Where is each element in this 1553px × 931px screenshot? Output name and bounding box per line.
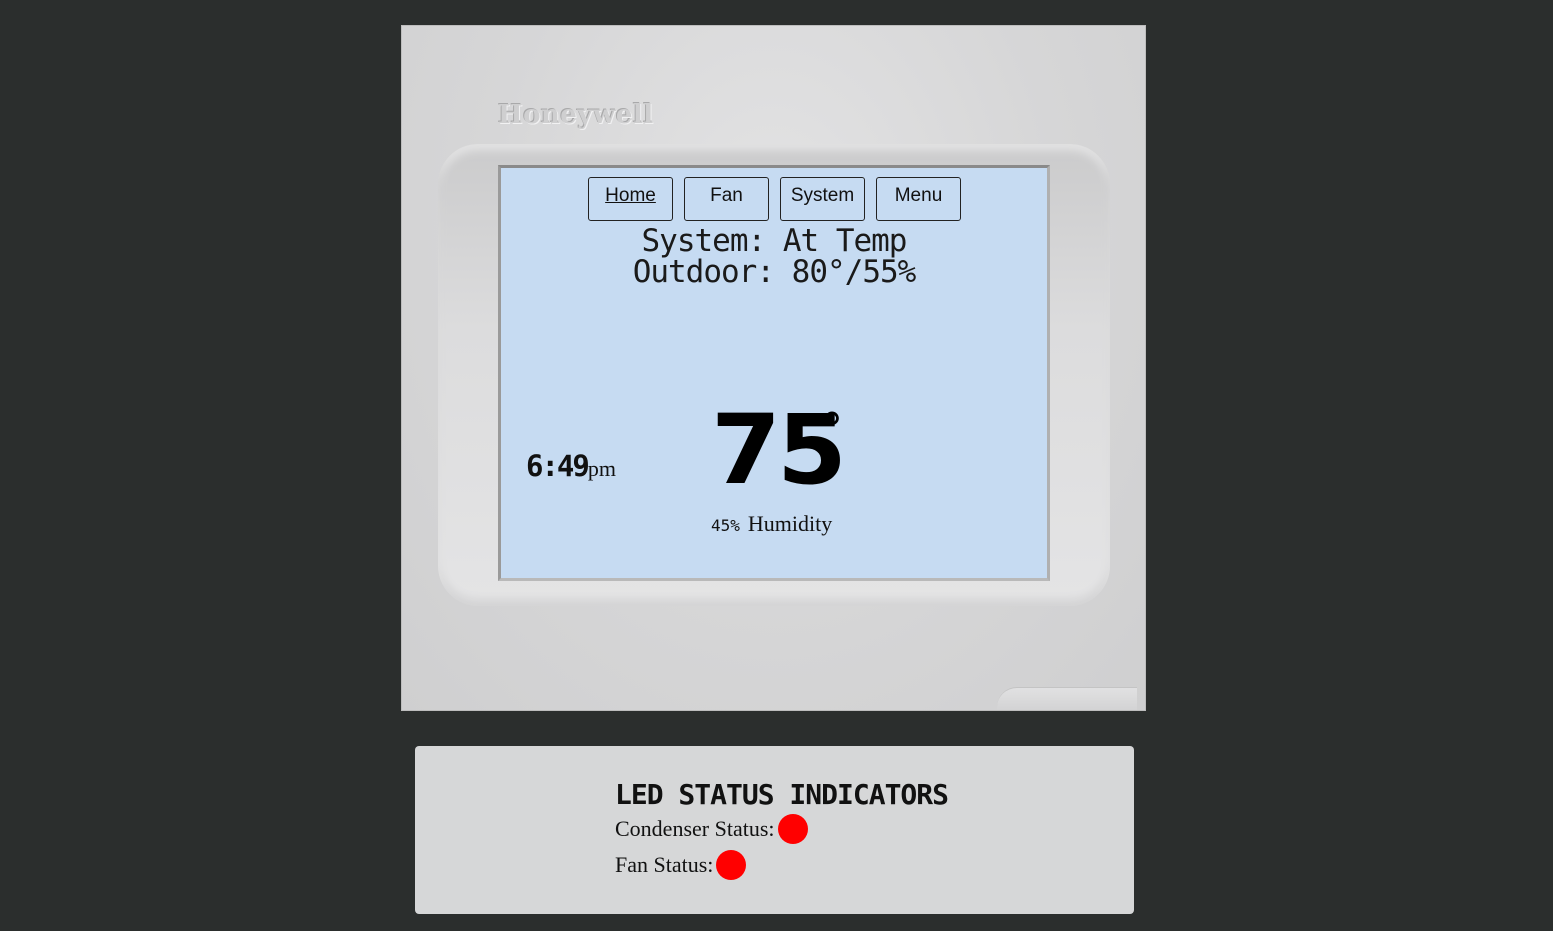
condenser-status-label: Condenser Status: (615, 816, 775, 841)
system-button-label: System (790, 185, 855, 206)
menu-button[interactable]: Menu (876, 177, 961, 221)
home-button-label: Home (605, 185, 656, 206)
fan-status-row: Fan Status: (615, 850, 747, 880)
clock-ampm: pm (587, 456, 616, 481)
clock: 6:49pm (526, 449, 616, 483)
nav-bar: Home Fan System Menu (588, 177, 961, 221)
fan-led-icon (716, 850, 747, 880)
led-status-panel: LED STATUS INDICATORS Condenser Status: … (415, 746, 1134, 914)
menu-button-label: Menu (894, 185, 943, 206)
page: Honeywell Home Fan System Menu System: A… (0, 0, 1553, 931)
humidity-value: 45% (711, 516, 740, 535)
thermostat-device: Honeywell Home Fan System Menu System: A… (401, 25, 1146, 711)
fan-status-label: Fan Status: (615, 852, 714, 877)
humidity-label: Humidity (747, 511, 833, 536)
home-button[interactable]: Home (588, 177, 673, 221)
condenser-led-icon (777, 814, 808, 844)
condenser-status-row: Condenser Status: (615, 814, 808, 844)
system-button[interactable]: System (780, 177, 865, 221)
outdoor-status-text: Outdoor: 80°/55% (632, 254, 917, 290)
clock-time: 6:49 (526, 449, 590, 483)
brand-logo: Honeywell (498, 100, 654, 130)
thermostat-screen: Home Fan System Menu System: At Temp Out… (498, 165, 1050, 581)
led-panel-title: LED STATUS INDICATORS (615, 778, 949, 811)
degree-symbol: ° (821, 404, 843, 455)
fan-button-label: Fan (710, 185, 743, 206)
humidity-readout: 45% Humidity (711, 511, 832, 537)
fan-button[interactable]: Fan (684, 177, 769, 221)
system-status-text: System: At Temp (641, 223, 908, 259)
status-lines: System: At Temp Outdoor: 80°/55% (501, 226, 1047, 288)
